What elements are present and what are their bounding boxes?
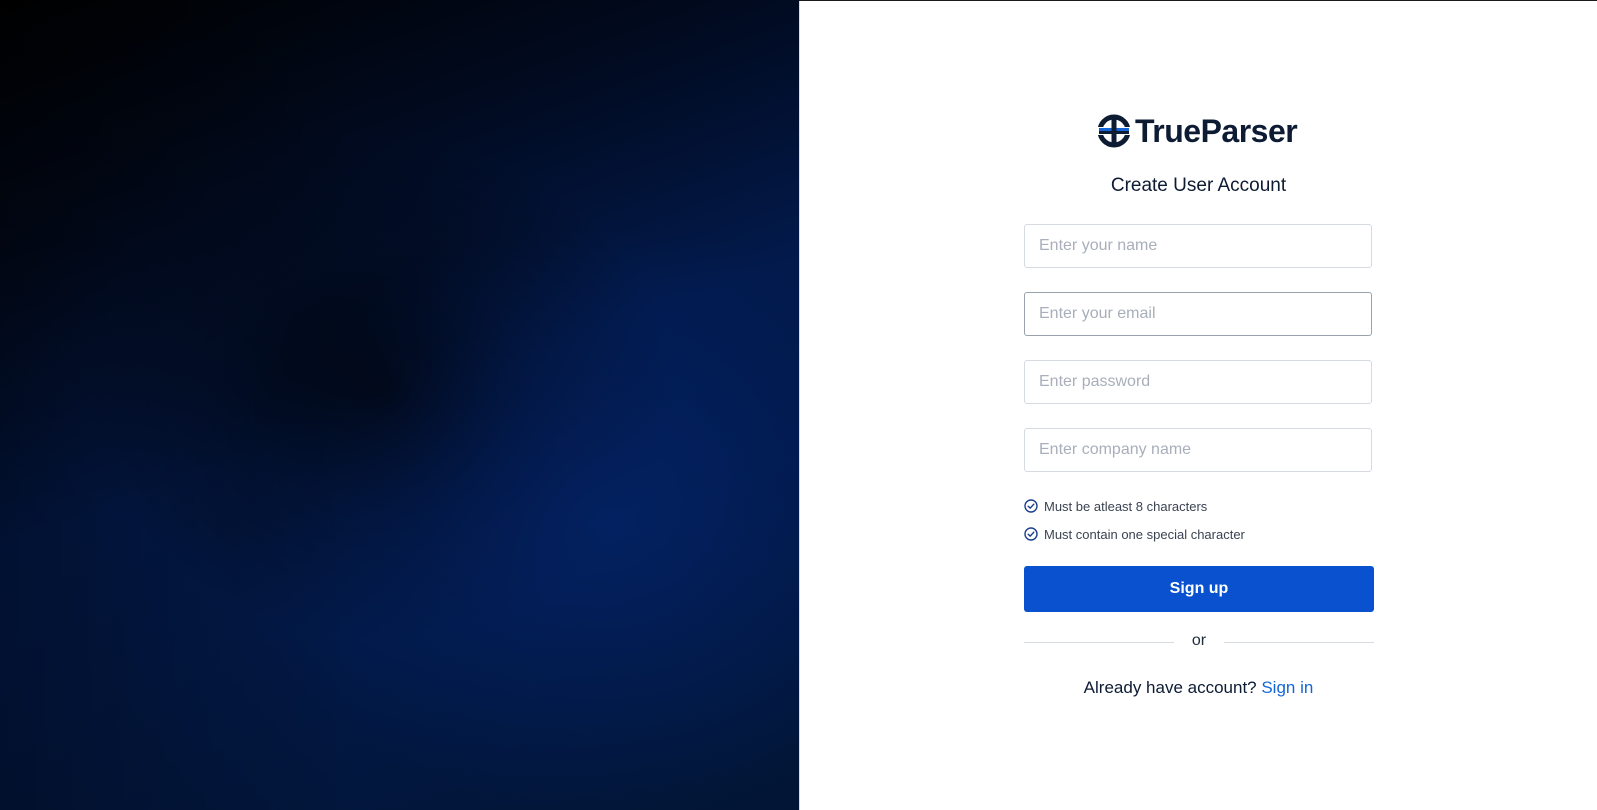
- email-input[interactable]: [1024, 292, 1372, 336]
- signup-page: TrueParser Create User Account Must be a…: [0, 0, 1597, 810]
- hero-background-panel: [0, 0, 799, 810]
- trueparser-logo-icon: [1097, 114, 1131, 148]
- or-label: or: [1191, 632, 1207, 649]
- password-input[interactable]: [1024, 360, 1372, 404]
- signin-prompt-text: Already have account?: [1083, 678, 1262, 697]
- password-rule-text: Must contain one special character: [1044, 526, 1245, 542]
- brand-name: TrueParser: [1135, 112, 1298, 149]
- password-rule-text: Must be atleast 8 characters: [1044, 498, 1208, 514]
- password-rule-length: Must be atleast 8 characters: [1024, 497, 1207, 515]
- signin-prompt-row: Already have account? Sign in: [800, 678, 1597, 698]
- password-rule-special: Must contain one special character: [1024, 525, 1245, 543]
- sign-in-link[interactable]: Sign in: [1261, 678, 1313, 697]
- company-name-input[interactable]: [1024, 428, 1372, 472]
- page-title: Create User Account: [1110, 175, 1287, 196]
- divider-line-right: [1224, 642, 1374, 643]
- name-input[interactable]: [1024, 224, 1372, 268]
- or-divider: or: [1024, 632, 1374, 652]
- signup-form-panel: TrueParser Create User Account Must be a…: [800, 0, 1597, 810]
- check-circle-icon: [1024, 527, 1038, 541]
- sign-up-button[interactable]: Sign up: [1024, 566, 1374, 612]
- check-circle-icon: [1024, 499, 1038, 513]
- brand-logo: TrueParser: [1097, 112, 1298, 150]
